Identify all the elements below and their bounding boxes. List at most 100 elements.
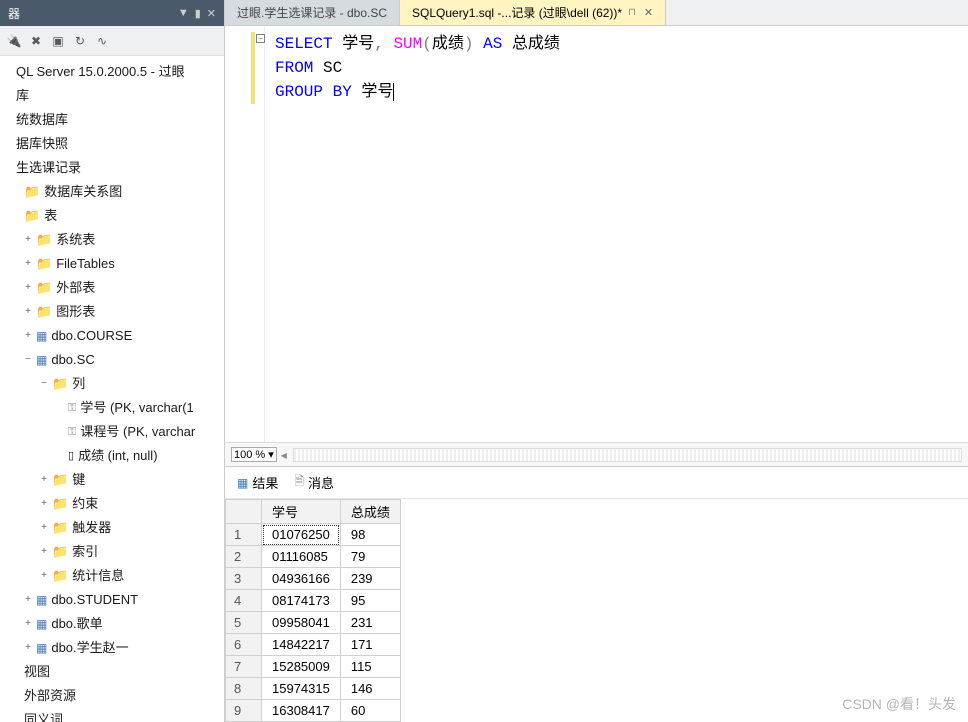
cell[interactable]: 09958041 xyxy=(262,612,341,634)
tree-item[interactable]: +📁索引 xyxy=(0,540,224,564)
tree-item[interactable]: 📁表 xyxy=(0,204,224,228)
tree-item[interactable]: 外部资源 xyxy=(0,684,224,708)
cell[interactable]: 231 xyxy=(340,612,400,634)
tree-item-label: dbo.COURSE xyxy=(51,326,132,346)
cell[interactable]: 171 xyxy=(340,634,400,656)
row-number[interactable]: 1 xyxy=(226,524,262,546)
row-number[interactable]: 8 xyxy=(226,678,262,700)
row-number[interactable]: 5 xyxy=(226,612,262,634)
tree-item[interactable]: 同义词 xyxy=(0,708,224,722)
tree-item[interactable]: 视图 xyxy=(0,660,224,684)
table-row[interactable]: 509958041231 xyxy=(226,612,401,634)
folder-icon: 📁 xyxy=(52,374,68,394)
tree-item[interactable]: 统数据库 xyxy=(0,108,224,132)
cell[interactable]: 01116085 xyxy=(262,546,341,568)
cell[interactable]: 239 xyxy=(340,568,400,590)
tree-item[interactable]: +▦dbo.STUDENT xyxy=(0,588,224,612)
tree-item-label: dbo.歌单 xyxy=(51,614,102,634)
tree-item[interactable]: +📁统计信息 xyxy=(0,564,224,588)
tree-item[interactable]: −▦dbo.SC xyxy=(0,348,224,372)
table-row[interactable]: 10107625098 xyxy=(226,524,401,546)
tree-item[interactable]: 生选课记录 xyxy=(0,156,224,180)
results-grid-wrapper[interactable]: 学号总成绩10107625098201116085793049361662394… xyxy=(225,499,968,722)
cell[interactable]: 01076250 xyxy=(262,524,341,546)
tree-item[interactable]: +📁外部表 xyxy=(0,276,224,300)
row-number[interactable]: 9 xyxy=(226,700,262,722)
row-number[interactable]: 7 xyxy=(226,656,262,678)
cell[interactable]: 04936166 xyxy=(262,568,341,590)
cell[interactable]: 60 xyxy=(340,700,400,722)
disconnect-icon[interactable]: ✖ xyxy=(28,33,44,49)
column-header[interactable]: 学号 xyxy=(262,500,341,524)
tree-item-label: 索引 xyxy=(72,542,98,562)
tree-item[interactable]: +📁触发器 xyxy=(0,516,224,540)
tab-sql-query[interactable]: SQLQuery1.sql -...记录 (过眼\dell (62))* ⊓ ✕ xyxy=(400,0,666,25)
table-row[interactable]: 815974315146 xyxy=(226,678,401,700)
row-number[interactable]: 6 xyxy=(226,634,262,656)
tree-item[interactable]: QL Server 15.0.2000.5 - 过眼 xyxy=(0,60,224,84)
tree-item-label: dbo.SC xyxy=(51,350,94,370)
zoom-select[interactable]: 100 % ▾ xyxy=(231,447,277,462)
cell[interactable]: 14842217 xyxy=(262,634,341,656)
connect-icon[interactable]: 🔌 xyxy=(6,33,22,49)
close-icon[interactable]: ✕ xyxy=(207,7,216,20)
activity-icon[interactable]: ∿ xyxy=(94,33,110,49)
tree-item[interactable]: +▦dbo.歌单 xyxy=(0,612,224,636)
tree-item[interactable]: ⚿学号 (PK, varchar(1 xyxy=(0,396,224,420)
table-row[interactable]: 304936166239 xyxy=(226,568,401,590)
tree-item[interactable]: +📁FileTables xyxy=(0,252,224,276)
scroll-left-icon[interactable]: ◂ xyxy=(281,448,287,462)
main-area: 过眼.学生选课记录 - dbo.SC SQLQuery1.sql -...记录 … xyxy=(225,0,968,722)
sql-editor[interactable]: − SELECT 学号, SUM(成绩) AS 总成绩FROM SCGROUP … xyxy=(225,26,968,442)
cell[interactable]: 98 xyxy=(340,524,400,546)
collapse-icon[interactable]: − xyxy=(256,34,265,43)
table-row[interactable]: 91630841760 xyxy=(226,700,401,722)
tree-item[interactable]: 📁数据库关系图 xyxy=(0,180,224,204)
code-text[interactable]: SELECT 学号, SUM(成绩) AS 总成绩FROM SCGROUP BY… xyxy=(265,26,968,442)
zoom-bar: 100 % ▾ ◂ xyxy=(225,442,968,466)
results-tab[interactable]: ▦ 结果 xyxy=(231,471,284,494)
column-header[interactable]: 总成绩 xyxy=(340,500,400,524)
folder-icon: 📁 xyxy=(52,566,68,586)
table-row[interactable]: 40817417395 xyxy=(226,590,401,612)
tree-item[interactable]: +📁键 xyxy=(0,468,224,492)
refresh-icon[interactable]: ↻ xyxy=(72,33,88,49)
tree-item[interactable]: ▯成绩 (int, null) xyxy=(0,444,224,468)
cell[interactable]: 16308417 xyxy=(262,700,341,722)
tree-item[interactable]: 库 xyxy=(0,84,224,108)
row-number[interactable]: 2 xyxy=(226,546,262,568)
tree-item[interactable]: ⚿课程号 (PK, varchar xyxy=(0,420,224,444)
row-number[interactable]: 3 xyxy=(226,568,262,590)
table-row[interactable]: 20111608579 xyxy=(226,546,401,568)
cell[interactable]: 08174173 xyxy=(262,590,341,612)
tree-item[interactable]: +📁约束 xyxy=(0,492,224,516)
cell[interactable]: 15285009 xyxy=(262,656,341,678)
table-row[interactable]: 715285009115 xyxy=(226,656,401,678)
cell[interactable]: 115 xyxy=(340,656,400,678)
cell[interactable]: 146 xyxy=(340,678,400,700)
horizontal-scrollbar[interactable] xyxy=(293,448,962,462)
tab-table-editor[interactable]: 过眼.学生选课记录 - dbo.SC xyxy=(225,0,400,25)
close-icon[interactable]: ✕ xyxy=(644,6,653,19)
object-tree[interactable]: QL Server 15.0.2000.5 - 过眼库统数据库据库快照生选课记录… xyxy=(0,56,224,722)
tree-item[interactable]: 据库快照 xyxy=(0,132,224,156)
folder-icon: 📁 xyxy=(36,278,52,298)
tree-item[interactable]: −📁列 xyxy=(0,372,224,396)
cell[interactable]: 95 xyxy=(340,590,400,612)
tab-label: 过眼.学生选课记录 - dbo.SC xyxy=(237,4,387,21)
table-row[interactable]: 614842217171 xyxy=(226,634,401,656)
row-number[interactable]: 4 xyxy=(226,590,262,612)
tree-item[interactable]: +📁系统表 xyxy=(0,228,224,252)
messages-tab[interactable]: 🗎 消息 xyxy=(288,470,340,495)
filter-icon[interactable]: ▣ xyxy=(50,33,66,49)
pin-icon[interactable]: ⊓ xyxy=(628,7,636,18)
tree-item[interactable]: +▦dbo.COURSE xyxy=(0,324,224,348)
tree-item[interactable]: +📁图形表 xyxy=(0,300,224,324)
cell[interactable]: 79 xyxy=(340,546,400,568)
dropdown-icon[interactable]: ▼ xyxy=(178,7,189,19)
column-header[interactable] xyxy=(226,500,262,524)
tree-item[interactable]: +▦dbo.学生赵一 xyxy=(0,636,224,660)
cell[interactable]: 15974315 xyxy=(262,678,341,700)
results-grid[interactable]: 学号总成绩10107625098201116085793049361662394… xyxy=(225,499,401,722)
pin-icon[interactable]: ▮ xyxy=(195,7,201,20)
